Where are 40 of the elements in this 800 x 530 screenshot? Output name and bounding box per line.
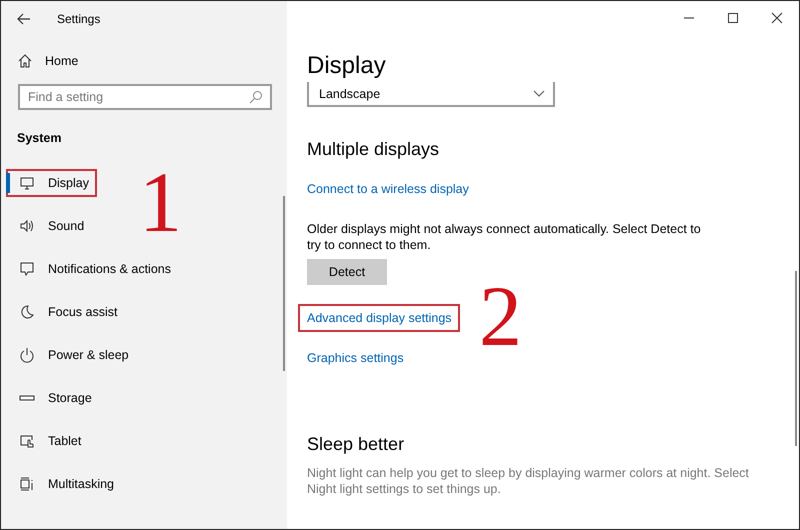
sidebar-item[interactable]: Storage xyxy=(6,384,100,412)
link[interactable]: Advanced display settings xyxy=(298,304,460,332)
section-heading: Multiple displays xyxy=(307,139,440,160)
sidebar-item[interactable]: Multitasking xyxy=(6,470,122,498)
speech-bubble-icon xyxy=(19,260,35,276)
link[interactable]: Connect to a wireless display xyxy=(305,175,477,203)
search-icon xyxy=(249,90,263,104)
sidebar-item[interactable]: Notifications & actions xyxy=(6,254,179,282)
search-field[interactable]: Find a setting xyxy=(18,84,272,110)
monitor-icon xyxy=(19,174,35,190)
scrollbar[interactable] xyxy=(283,196,285,371)
section-heading: Sleep better xyxy=(307,434,404,455)
chevron-down-icon xyxy=(533,90,545,98)
description-text: Night light can help you get to sleep by displaying warmer colors at night. Select Night light settings to set things up. xyxy=(307,465,750,497)
sidebar-item[interactable]: Focus assist xyxy=(6,298,126,326)
maximize-icon xyxy=(727,12,739,24)
close-icon xyxy=(771,12,783,24)
home-item[interactable]: Home xyxy=(17,53,78,69)
sidebar-item[interactable]: Power & sleep xyxy=(6,340,137,368)
back-arrow-icon[interactable] xyxy=(17,12,31,24)
orientation-dropdown[interactable]: Landscape xyxy=(307,82,555,107)
window-title: Settings xyxy=(57,12,100,26)
step-number: 2 xyxy=(479,273,522,359)
link[interactable]: Graphics settings xyxy=(305,344,412,372)
sidebar-item[interactable]: Display xyxy=(6,168,97,196)
power-icon xyxy=(19,346,35,362)
moon-icon xyxy=(19,304,35,320)
tablet-icon xyxy=(19,432,35,448)
scrollbar[interactable] xyxy=(795,271,797,446)
step-number: 1 xyxy=(139,159,182,245)
sidebar-item[interactable]: Sound xyxy=(6,212,92,240)
dropdown-value: Landscape xyxy=(319,86,380,100)
window-stack-icon xyxy=(19,476,35,492)
description-text: Older displays might not always connect automatically. Select Detect to try to connect to them. xyxy=(307,221,702,253)
page-title: Display xyxy=(307,52,386,80)
detect-button[interactable]: Detect xyxy=(307,259,387,285)
section-heading: System xyxy=(17,131,62,145)
sidebar-item[interactable]: Tablet xyxy=(6,426,90,454)
home-icon xyxy=(17,53,33,69)
speaker-icon xyxy=(19,218,35,234)
